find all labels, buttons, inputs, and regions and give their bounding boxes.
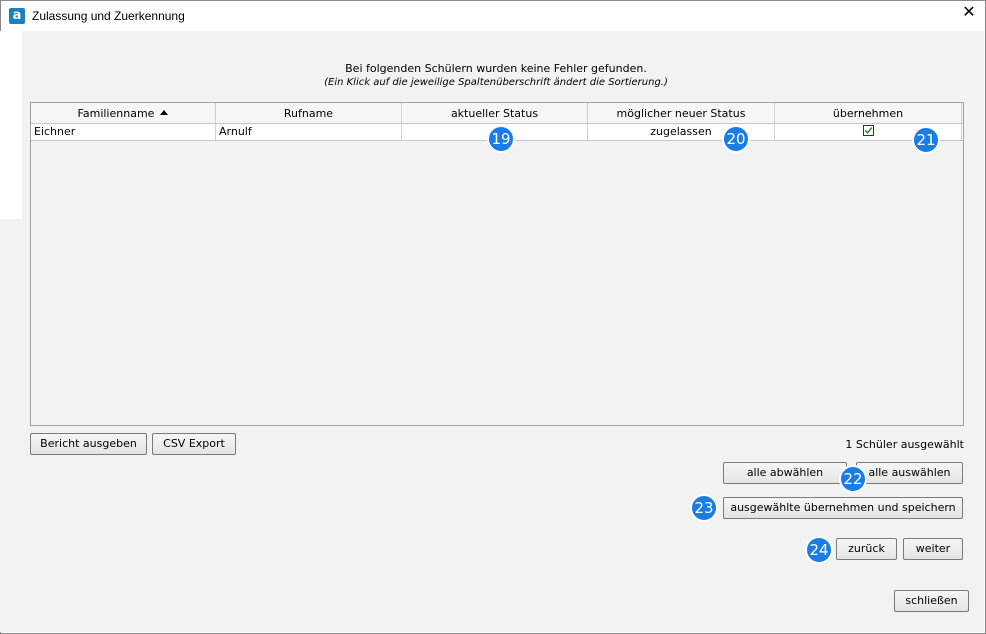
close-button[interactable]: ✕ (953, 2, 985, 30)
title-bar: a Zulassung und Zuerkennung ✕ (1, 1, 985, 32)
bericht-ausgeben-button[interactable]: Bericht ausgeben (30, 433, 147, 455)
column-header-rufname[interactable]: Rufname (216, 103, 402, 123)
alle-auswaehlen-button[interactable]: alle auswählen (856, 462, 963, 484)
annotation-badge-24: 24 (805, 536, 833, 564)
annotation-badge-23: 23 (690, 494, 718, 522)
table-header: Familienname Rufname aktueller Status mö… (31, 103, 963, 124)
column-header-familienname[interactable]: Familienname (31, 103, 216, 123)
alle-abwaehlen-button[interactable]: alle abwählen (723, 462, 847, 484)
schliessen-button[interactable]: schließen (894, 590, 969, 612)
sort-hint: (Ein Klick auf die jeweilige Spaltenüber… (324, 77, 668, 88)
result-message: Bei folgenden Schülern wurden keine Fehl… (345, 62, 647, 75)
annotation-badge-22: 22 (839, 465, 867, 493)
left-panel-strip (0, 31, 22, 219)
cell-rufname: Arnulf (216, 124, 402, 140)
checkmark-icon (864, 127, 872, 134)
annotation-badge-21: 21 (912, 126, 940, 154)
app-logo-icon: a (9, 8, 25, 24)
column-header-uebernehmen[interactable]: übernehmen (775, 103, 962, 123)
uebernehmen-speichern-button[interactable]: ausgewählte übernehmen und speichern (723, 497, 963, 519)
annotation-badge-19: 19 (487, 125, 515, 153)
uebernehmen-checkbox[interactable] (862, 125, 874, 136)
zurueck-button[interactable]: zurück (836, 538, 897, 560)
sort-ascending-icon (160, 110, 169, 115)
window-title: Zulassung und Zuerkennung (32, 9, 185, 23)
cell-familienname: Eichner (31, 124, 216, 140)
csv-export-button[interactable]: CSV Export (152, 433, 236, 455)
column-header-aktueller-status[interactable]: aktueller Status (402, 103, 588, 123)
selection-count: 1 Schüler ausgewählt (845, 438, 964, 451)
annotation-badge-20: 20 (722, 125, 750, 153)
column-header-neuer-status[interactable]: möglicher neuer Status (588, 103, 775, 123)
weiter-button[interactable]: weiter (903, 538, 963, 560)
